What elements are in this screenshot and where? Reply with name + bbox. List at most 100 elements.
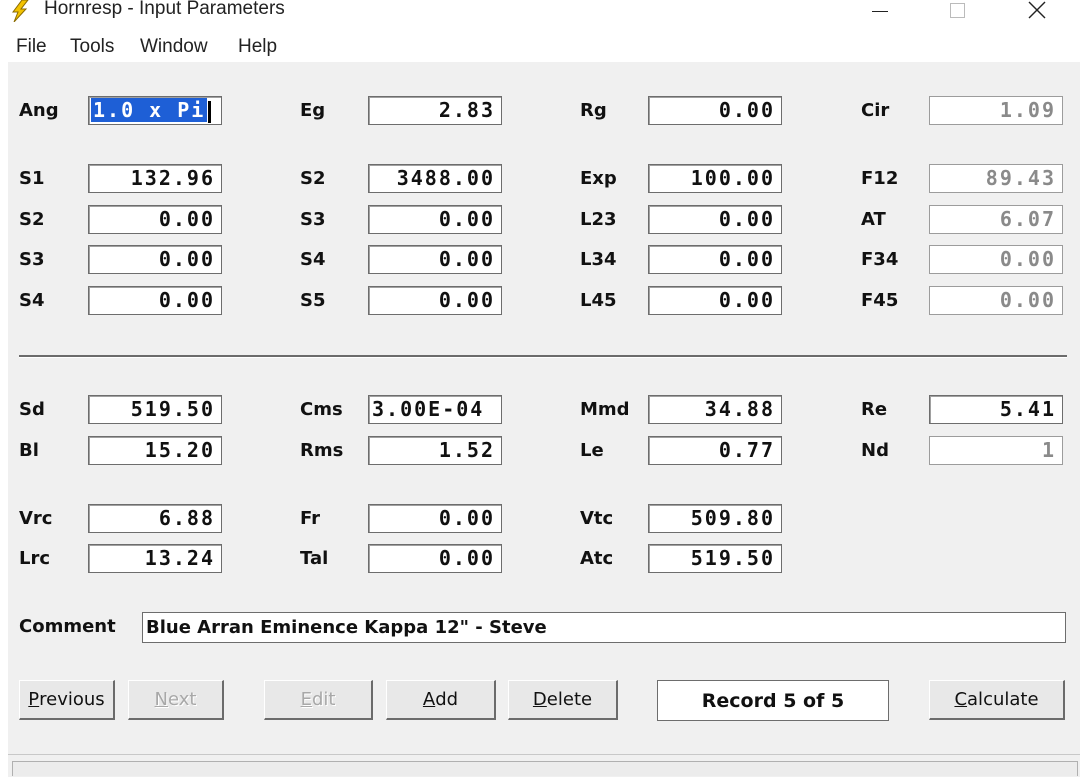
- add-button-label: dd: [435, 689, 459, 710]
- minimize-icon: [872, 10, 888, 12]
- calculate-button[interactable]: Calculate: [929, 680, 1065, 720]
- section-separator: [19, 355, 1067, 358]
- next-button[interactable]: Next: [128, 680, 224, 720]
- label-s4-col2: S4: [300, 249, 326, 270]
- previous-button-label: revious: [39, 689, 105, 710]
- field-l45[interactable]: 0.00: [648, 286, 782, 315]
- field-rg[interactable]: 0.00: [648, 96, 782, 125]
- label-l34: L34: [580, 249, 617, 270]
- label-f12: F12: [861, 168, 899, 189]
- field-eg[interactable]: 2.83: [368, 96, 502, 125]
- label-atc: Atc: [580, 548, 614, 569]
- edit-button[interactable]: Edit: [264, 680, 373, 720]
- field-lrc[interactable]: 13.24: [88, 544, 222, 573]
- label-lrc: Lrc: [19, 548, 51, 569]
- field-s2[interactable]: 0.00: [88, 205, 222, 234]
- menu-bar: File Tools Window Help: [0, 28, 1080, 62]
- label-f34: F34: [861, 249, 899, 270]
- field-bl[interactable]: 15.20: [88, 436, 222, 465]
- field-s3[interactable]: 0.00: [88, 245, 222, 274]
- field-cms[interactable]: 3.00E-04: [368, 395, 502, 424]
- label-s3-col2: S3: [300, 209, 326, 230]
- edit-button-accel: E: [300, 689, 312, 710]
- field-f12: 89.43: [929, 164, 1063, 193]
- label-s2: S2: [19, 209, 45, 230]
- field-vtc[interactable]: 509.80: [648, 504, 782, 533]
- field-atc[interactable]: 519.50: [648, 544, 782, 573]
- field-s2-col2[interactable]: 3488.00: [368, 164, 502, 193]
- menu-window[interactable]: Window: [140, 36, 208, 58]
- label-s1: S1: [19, 168, 45, 189]
- maximize-icon: [949, 2, 965, 18]
- field-re[interactable]: 5.41: [929, 395, 1063, 424]
- window-title: Hornresp - Input Parameters: [44, 0, 285, 19]
- add-button[interactable]: Add: [386, 680, 496, 720]
- label-s5: S5: [300, 290, 326, 311]
- label-tal: Tal: [300, 548, 329, 569]
- previous-button[interactable]: Previous: [19, 680, 115, 720]
- label-sd: Sd: [19, 399, 45, 420]
- label-vtc: Vtc: [580, 508, 614, 529]
- label-comment: Comment: [19, 616, 116, 637]
- maximize-button[interactable]: [934, 0, 980, 24]
- field-l34[interactable]: 0.00: [648, 245, 782, 274]
- field-s3-col2[interactable]: 0.00: [368, 205, 502, 234]
- label-cms: Cms: [300, 399, 343, 420]
- label-vrc: Vrc: [19, 508, 53, 529]
- delete-button-label: elete: [546, 689, 593, 710]
- label-le: Le: [580, 440, 604, 461]
- status-bar-panel: [12, 761, 1078, 776]
- label-at: AT: [861, 209, 886, 230]
- next-button-accel: N: [154, 689, 168, 710]
- previous-button-accel: P: [28, 689, 40, 710]
- label-s4: S4: [19, 290, 45, 311]
- next-button-label: ext: [168, 689, 197, 710]
- label-exp: Exp: [580, 168, 617, 189]
- field-s5[interactable]: 0.00: [368, 286, 502, 315]
- field-f45: 0.00: [929, 286, 1063, 315]
- field-tal[interactable]: 0.00: [368, 544, 502, 573]
- field-l23[interactable]: 0.00: [648, 205, 782, 234]
- field-cir: 1.09: [929, 96, 1063, 125]
- field-exp[interactable]: 100.00: [648, 164, 782, 193]
- lightning-bolt-icon: [12, 0, 29, 22]
- menu-help[interactable]: Help: [238, 36, 277, 58]
- calculate-button-label: alculate: [967, 689, 1039, 710]
- field-vrc[interactable]: 6.88: [88, 504, 222, 533]
- delete-button[interactable]: Delete: [508, 680, 618, 720]
- field-ang[interactable]: 1.0 x Pi: [88, 96, 222, 125]
- label-eg: Eg: [300, 100, 326, 121]
- close-icon: [1028, 1, 1046, 19]
- label-mmd: Mmd: [580, 399, 630, 420]
- field-f34: 0.00: [929, 245, 1063, 274]
- field-le[interactable]: 0.77: [648, 436, 782, 465]
- input-parameters-form: Ang 1.0 x Pi Eg 2.83 Rg 0.00 Cir 1.09 S1…: [8, 62, 1080, 754]
- text-caret: [208, 100, 212, 123]
- label-cir: Cir: [861, 100, 890, 121]
- label-l23: L23: [580, 209, 617, 230]
- minimize-button[interactable]: [857, 0, 903, 24]
- label-fr: Fr: [300, 508, 321, 529]
- menu-tools[interactable]: Tools: [70, 36, 114, 58]
- label-rms: Rms: [300, 440, 344, 461]
- field-s4[interactable]: 0.00: [88, 286, 222, 315]
- field-rms[interactable]: 1.52: [368, 436, 502, 465]
- menu-file[interactable]: File: [16, 36, 47, 58]
- field-fr[interactable]: 0.00: [368, 504, 502, 533]
- field-s1[interactable]: 132.96: [88, 164, 222, 193]
- calculate-button-accel: C: [954, 689, 968, 710]
- field-mmd[interactable]: 34.88: [648, 395, 782, 424]
- field-s4-col2[interactable]: 0.00: [368, 245, 502, 274]
- label-s3: S3: [19, 249, 45, 270]
- field-ang-selected-text: 1.0 x Pi: [91, 98, 208, 122]
- label-ang: Ang: [19, 100, 59, 121]
- delete-button-accel: D: [532, 689, 547, 710]
- field-nd[interactable]: 1: [929, 436, 1063, 465]
- close-button[interactable]: [1014, 0, 1060, 24]
- title-bar[interactable]: Hornresp - Input Parameters: [0, 0, 1080, 28]
- status-bar: [8, 754, 1080, 777]
- comment-field[interactable]: Blue Arran Eminence Kappa 12" - Steve: [142, 612, 1066, 643]
- edit-button-label: dit: [311, 689, 336, 710]
- label-l45: L45: [580, 290, 617, 311]
- field-sd[interactable]: 519.50: [88, 395, 222, 424]
